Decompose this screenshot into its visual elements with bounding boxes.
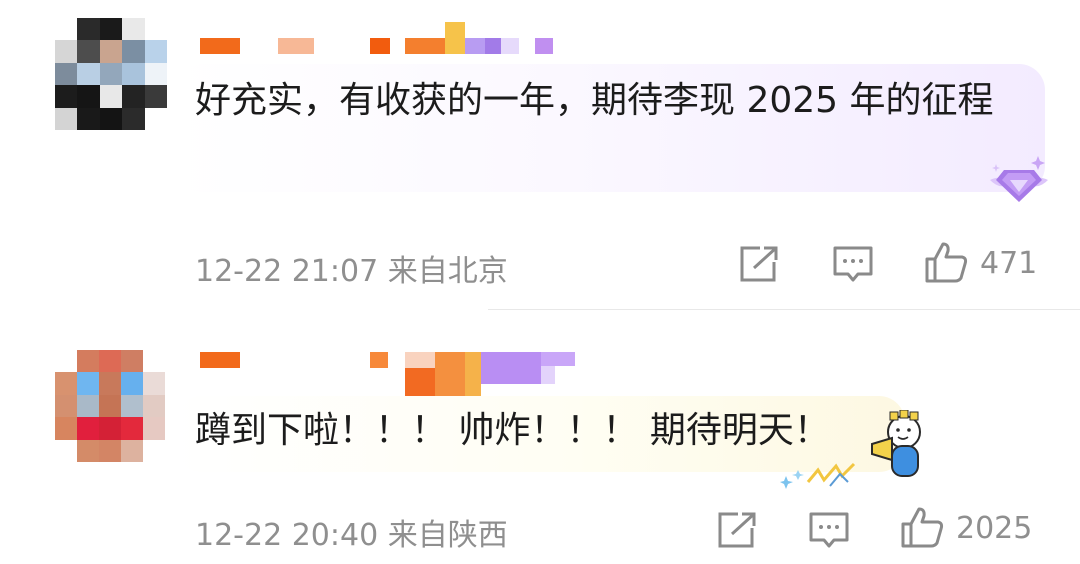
cheering-character-sticker-icon [780, 409, 930, 492]
like-button[interactable]: 471 [924, 241, 1037, 285]
thumbs-up-icon [924, 241, 970, 285]
like-button[interactable]: 2025 [900, 506, 1032, 550]
reply-button[interactable] [832, 244, 874, 286]
thumbs-up-icon [900, 506, 946, 550]
comment-meta: 12-22 21:07 来自北京 [195, 246, 508, 290]
comment-icon [832, 244, 874, 286]
comment-text: 好充实，有收获的一年，期待李现 2025 年的征程 [195, 80, 994, 121]
share-icon [716, 510, 758, 550]
avatar[interactable] [55, 18, 167, 130]
comment-item: 好充实，有收获的一年，期待李现 2025 年的征程 12-22 21:07 来自… [0, 0, 1080, 310]
comment-time: 12-22 20:40 [195, 518, 379, 553]
comment-item: 蹲到下啦！！！ 帅炸！！！ 期待明天！ 12-22 20:40 来自陕西 202… [0, 310, 1080, 564]
comment-time: 12-22 21:07 [195, 254, 379, 289]
purple-diamond-badge-icon [988, 150, 1050, 206]
share-icon [738, 244, 780, 284]
reply-button[interactable] [808, 510, 850, 552]
like-count: 471 [980, 245, 1038, 281]
share-button[interactable] [716, 510, 758, 550]
comment-location: 来自陕西 [387, 518, 508, 553]
like-count: 2025 [956, 510, 1033, 546]
comment-meta: 12-22 20:40 来自陕西 [195, 510, 508, 554]
avatar[interactable] [55, 350, 165, 462]
share-button[interactable] [738, 244, 780, 284]
comment-location: 来自北京 [387, 254, 508, 289]
comment-icon [808, 510, 850, 552]
